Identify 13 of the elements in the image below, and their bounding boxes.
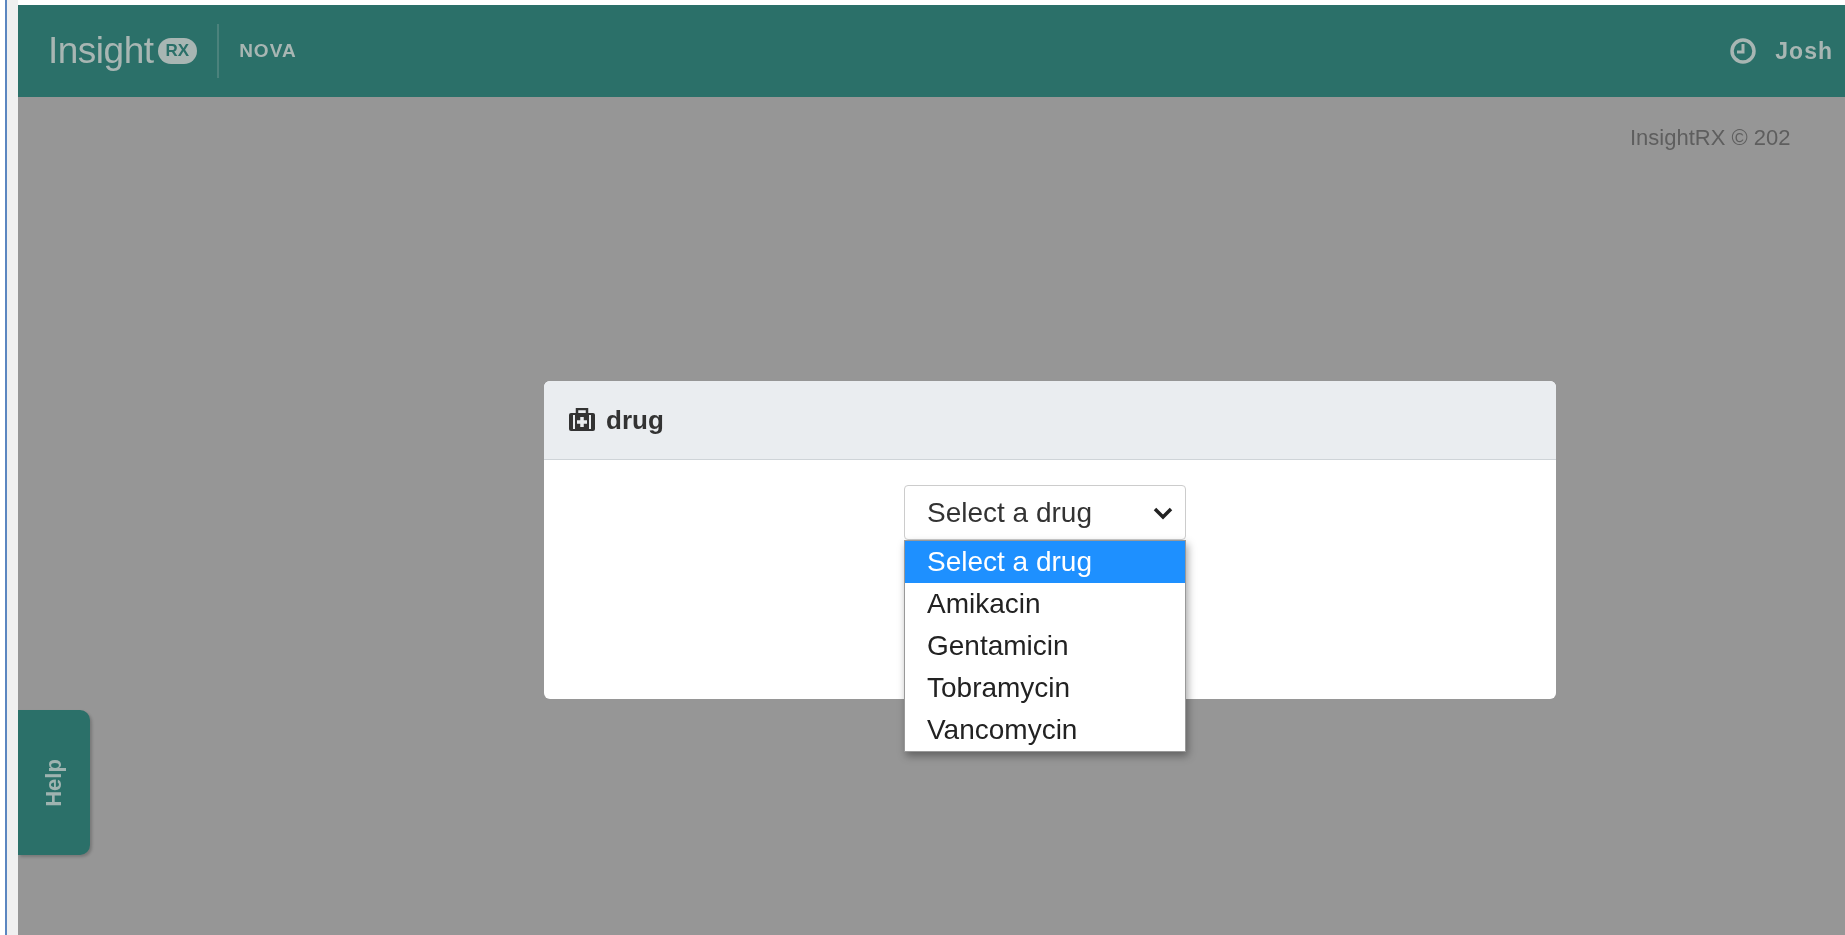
logo-text: Insight — [48, 30, 154, 72]
dropdown-option[interactable]: Gentamicin — [905, 625, 1185, 667]
dropdown-option[interactable]: Tobramycin — [905, 667, 1185, 709]
clock-icon[interactable] — [1729, 37, 1758, 65]
dropdown-option[interactable]: Vancomycin — [905, 709, 1185, 751]
product-name: NOVA — [239, 40, 297, 62]
logo-badge: RX — [157, 38, 198, 64]
medical-kit-icon — [568, 408, 596, 432]
chevron-down-icon — [1153, 505, 1173, 520]
dropdown-option[interactable]: Amikacin — [905, 583, 1185, 625]
dialog-title: drug — [606, 404, 664, 436]
drug-select[interactable]: Select a drug — [904, 485, 1186, 540]
copyright-text: InsightRX © 202 — [1630, 125, 1791, 151]
